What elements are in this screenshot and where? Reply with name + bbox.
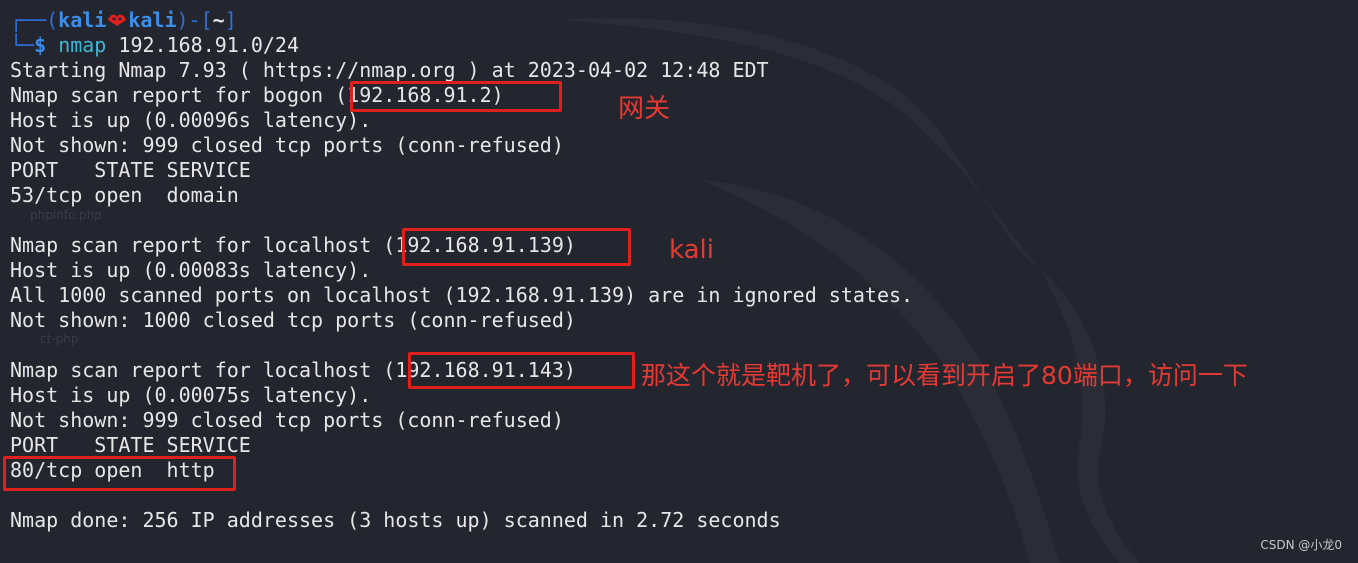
- highlight-box-gateway-ip: [350, 81, 562, 112]
- scan-report-prefix: Nmap scan report for bogon: [10, 83, 336, 107]
- annotation-kali: kali: [669, 235, 714, 265]
- prompt-frame-close: )-[: [176, 8, 213, 32]
- annotation-gateway: 网关: [618, 94, 671, 124]
- highlight-box-port-80: [3, 456, 236, 491]
- prompt-frame-bottom: └─: [10, 33, 35, 57]
- command-args: 192.168.91.0/24: [106, 33, 300, 57]
- output-line: Nmap done: 256 IP addresses (3 hosts up)…: [10, 508, 781, 532]
- kali-skull-icon: [108, 14, 127, 26]
- prompt-dir: ~: [212, 8, 225, 32]
- scan-report-prefix: Nmap scan report for localhost: [10, 358, 384, 382]
- command-name: nmap: [58, 33, 107, 57]
- output-line: All 1000 scanned ports on localhost (192…: [10, 283, 914, 307]
- prompt-user: kali: [58, 8, 107, 32]
- output-line: Not shown: 1000 closed tcp ports (conn-r…: [10, 308, 576, 332]
- port-table-header: PORT STATE SERVICE: [10, 158, 251, 182]
- port-table-header: PORT STATE SERVICE: [10, 433, 251, 457]
- command-line: └─$ nmap 192.168.91.0/24: [10, 33, 913, 58]
- output-line: Starting Nmap 7.93 ( https://nmap.org ) …: [10, 58, 769, 82]
- annotation-target: 那这个就是靶机了，可以看到开启了80端口，访问一下: [641, 361, 1248, 390]
- prompt-frame-end: ]: [224, 8, 237, 32]
- port-row: 53/tcp open domain: [10, 183, 239, 207]
- scan-report-prefix: Nmap scan report for localhost: [10, 233, 384, 257]
- prompt-line: ┌──(kali kali)-[~]: [10, 8, 913, 33]
- watermark: CSDN @小龙0: [1260, 538, 1342, 552]
- output-line: Not shown: 999 closed tcp ports (conn-re…: [10, 408, 564, 432]
- highlight-box-kali-ip: [402, 228, 631, 266]
- highlight-box-target-ip: [408, 352, 635, 389]
- prompt-dollar: $: [34, 33, 47, 57]
- prompt-frame: ┌──(: [10, 8, 59, 32]
- output-line: Not shown: 999 closed tcp ports (conn-re…: [10, 133, 564, 157]
- prompt-host: kali: [128, 8, 177, 32]
